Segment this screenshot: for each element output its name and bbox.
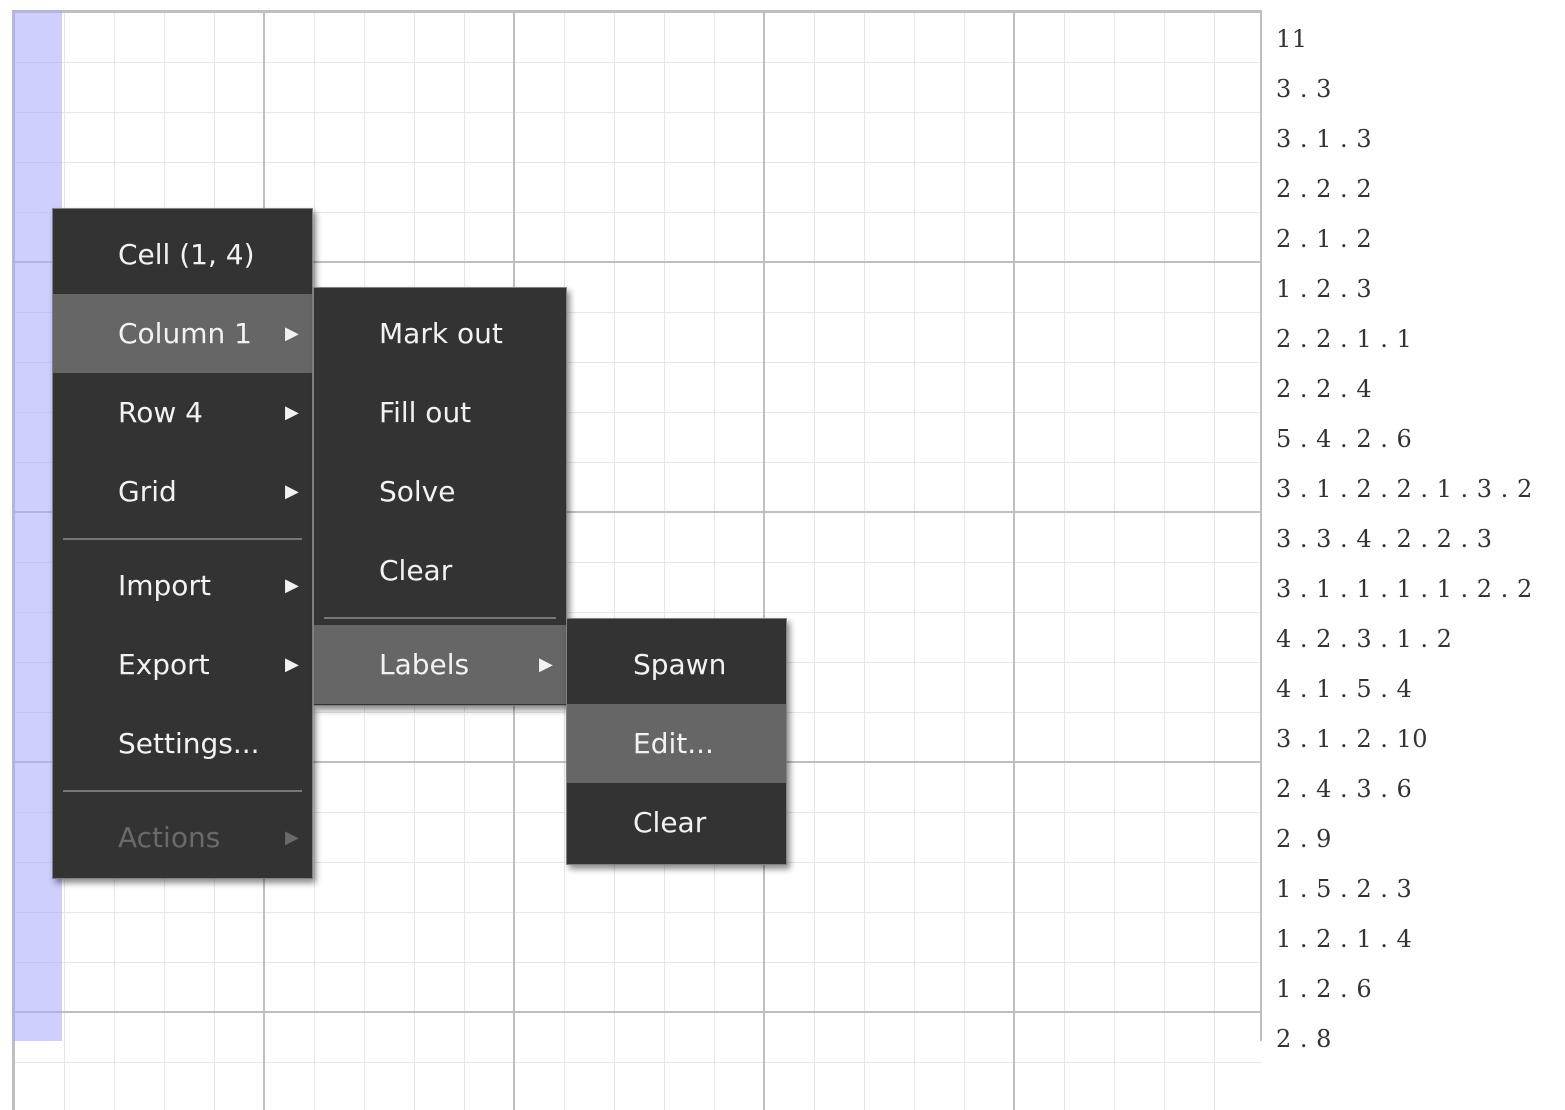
menu-item-label: Clear	[633, 806, 707, 839]
submenu-arrow-icon: ▶	[285, 481, 299, 502]
menu-item-label: Fill out	[379, 396, 472, 429]
menu-item-label: Import	[118, 569, 211, 602]
row-clue: 5 . 4 . 2 . 6	[1276, 425, 1413, 453]
row-clue: 2 . 2 . 2	[1276, 175, 1373, 203]
row-clue: 2 . 4 . 3 . 6	[1276, 775, 1413, 803]
row-clue: 1 . 2 . 3	[1276, 275, 1373, 303]
menu-item-import[interactable]: Import ▶	[53, 546, 312, 625]
row-clue: 4 . 1 . 5 . 4	[1276, 675, 1413, 703]
menu-item-label: Row 4	[118, 396, 203, 429]
row-clue: 4 . 2 . 3 . 1 . 2	[1276, 625, 1453, 653]
row-clue: 2 . 2 . 4	[1276, 375, 1373, 403]
menu-separator	[53, 783, 312, 798]
row-clue: 3 . 1 . 3	[1276, 125, 1373, 153]
row-clue: 1 . 5 . 2 . 3	[1276, 875, 1413, 903]
menu-item-spawn[interactable]: Spawn	[567, 625, 786, 704]
row-clue: 1 . 2 . 1 . 4	[1276, 925, 1413, 953]
row-clue: 2 . 9	[1276, 825, 1332, 853]
labels-submenu: Spawn Edit... Clear	[566, 618, 787, 865]
menu-item-edit[interactable]: Edit...	[567, 704, 786, 783]
menu-item-label: Actions	[118, 821, 221, 854]
menu-item-actions: Actions ▶	[53, 798, 312, 877]
submenu-arrow-icon: ▶	[285, 654, 299, 675]
menu-separator	[53, 531, 312, 546]
menu-item-label: Export	[118, 648, 210, 681]
submenu-arrow-icon: ▶	[285, 402, 299, 423]
submenu-arrow-icon: ▶	[539, 654, 553, 675]
context-menu: Cell (1, 4) Column 1 ▶ Row 4 ▶ Grid ▶ Im…	[52, 208, 313, 879]
row-clue: 2 . 8	[1276, 1025, 1332, 1053]
menu-item-label: Mark out	[379, 317, 503, 350]
menu-item-solve[interactable]: Solve	[314, 452, 566, 531]
menu-item-settings[interactable]: Settings...	[53, 704, 312, 783]
menu-item-cell[interactable]: Cell (1, 4)	[53, 215, 312, 294]
grid-right-border	[1260, 10, 1262, 1041]
row-clue: 3 . 3	[1276, 75, 1332, 103]
submenu-arrow-icon: ▶	[285, 575, 299, 596]
menu-item-label: Settings...	[118, 727, 260, 760]
row-clue: 3 . 1 . 2 . 10	[1276, 725, 1429, 753]
menu-item-label: Cell (1, 4)	[118, 238, 255, 271]
row-clue: 11	[1276, 25, 1308, 53]
menu-item-fill-out[interactable]: Fill out	[314, 373, 566, 452]
menu-item-label: Edit...	[633, 727, 714, 760]
menu-item-labels[interactable]: Labels ▶	[314, 625, 566, 704]
submenu-arrow-icon: ▶	[285, 323, 299, 344]
row-clue: 2 . 1 . 2	[1276, 225, 1373, 253]
submenu-arrow-icon: ▶	[285, 827, 299, 848]
menu-item-label: Labels	[379, 648, 470, 681]
row-clue: 3 . 1 . 1 . 1 . 1 . 2 . 2	[1276, 575, 1533, 603]
menu-item-label: Grid	[118, 475, 177, 508]
menu-item-mark-out[interactable]: Mark out	[314, 294, 566, 373]
menu-item-label: Solve	[379, 475, 456, 508]
menu-item-label: Clear	[379, 554, 453, 587]
menu-item-export[interactable]: Export ▶	[53, 625, 312, 704]
menu-item-label: Spawn	[633, 648, 727, 681]
row-clue: 3 . 1 . 2 . 2 . 1 . 3 . 2	[1276, 475, 1533, 503]
row-clues: 11 3 . 3 3 . 1 . 3 2 . 2 . 2 2 . 1 . 2 1…	[1276, 14, 1533, 1064]
row-clue: 3 . 3 . 4 . 2 . 2 . 3	[1276, 525, 1493, 553]
menu-item-clear[interactable]: Clear	[314, 531, 566, 610]
menu-separator	[314, 610, 566, 625]
column-submenu: Mark out Fill out Solve Clear Labels ▶	[313, 287, 567, 706]
menu-item-clear-labels[interactable]: Clear	[567, 783, 786, 862]
menu-item-row[interactable]: Row 4 ▶	[53, 373, 312, 452]
row-clue: 2 . 2 . 1 . 1	[1276, 325, 1413, 353]
row-clue: 1 . 2 . 6	[1276, 975, 1373, 1003]
menu-item-column[interactable]: Column 1 ▶	[53, 294, 312, 373]
menu-item-label: Column 1	[118, 317, 252, 350]
menu-item-grid[interactable]: Grid ▶	[53, 452, 312, 531]
